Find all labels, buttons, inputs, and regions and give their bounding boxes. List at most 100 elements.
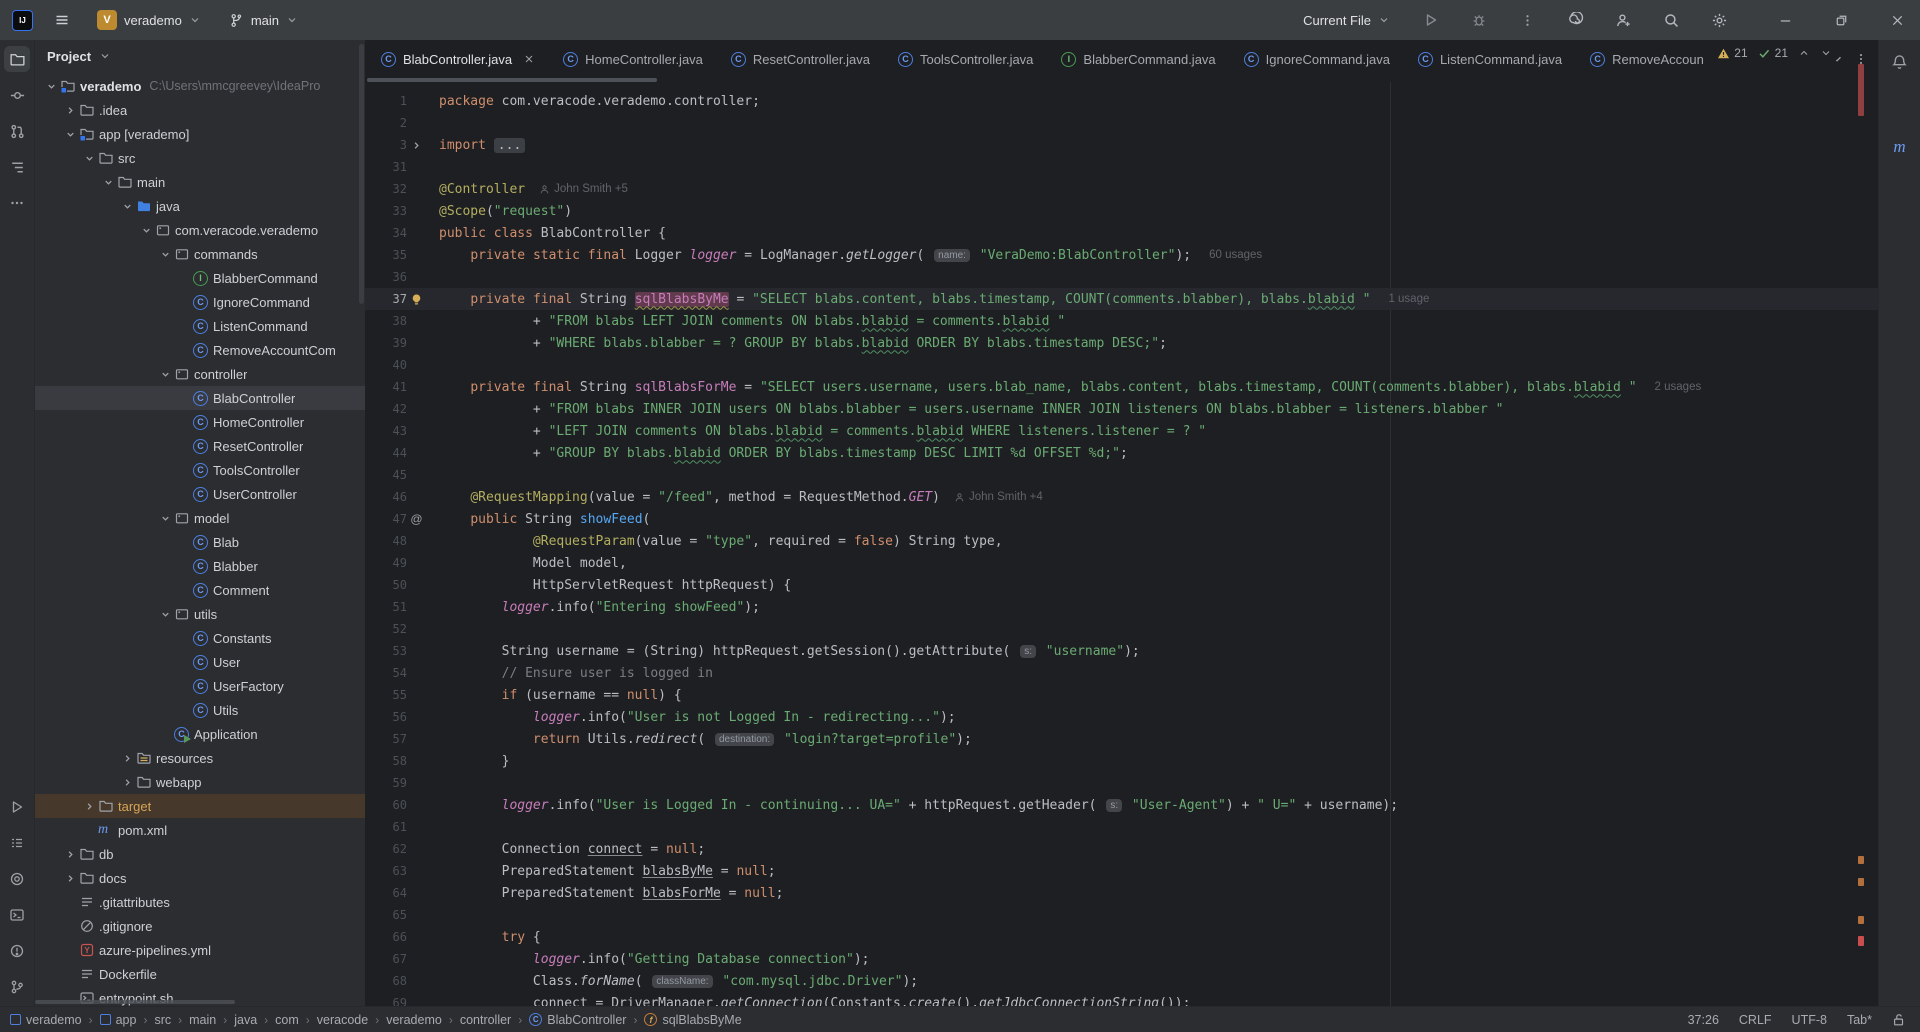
project-horizontal-scrollbar[interactable] bbox=[35, 1000, 235, 1004]
code-line-62[interactable]: 62 Connection connect = null; bbox=[365, 838, 1878, 860]
tree-item-docs[interactable]: docs bbox=[35, 866, 365, 890]
code-line-50[interactable]: 50 HttpServletRequest httpRequest) { bbox=[365, 574, 1878, 596]
code-line-67[interactable]: 67 logger.info("Getting Database connect… bbox=[365, 948, 1878, 970]
breadcrumb-verademo[interactable]: verademo bbox=[10, 1013, 82, 1027]
tree-item-ResetController[interactable]: CResetController bbox=[35, 434, 365, 458]
breadcrumb-verademo[interactable]: verademo bbox=[386, 1013, 442, 1027]
tree-expand-icon[interactable] bbox=[160, 369, 171, 380]
code-line-46[interactable]: 46 @RequestMapping(value = "/feed", meth… bbox=[365, 486, 1878, 508]
tree-item-com.veracode.verademo[interactable]: com.veracode.verademo bbox=[35, 218, 365, 242]
chevron-down-icon[interactable] bbox=[99, 50, 111, 62]
tree-item-HomeController[interactable]: CHomeController bbox=[35, 410, 365, 434]
gutter[interactable]: 33 bbox=[365, 203, 427, 220]
vcs-branch-widget[interactable]: main bbox=[223, 9, 304, 32]
tab-RemoveAccoun[interactable]: CRemoveAccoun bbox=[1576, 40, 1718, 78]
tree-item-Utils[interactable]: CUtils bbox=[35, 698, 365, 722]
tree-expand-icon[interactable] bbox=[141, 225, 152, 236]
version-control-tool-button[interactable] bbox=[4, 974, 30, 1000]
tree-collapse-icon[interactable] bbox=[65, 849, 76, 860]
gutter[interactable]: 37 bbox=[365, 291, 427, 308]
search-everywhere-button[interactable] bbox=[1658, 7, 1684, 33]
minimize-button[interactable] bbox=[1772, 7, 1798, 33]
tree-collapse-icon[interactable] bbox=[84, 801, 95, 812]
code-line-54[interactable]: 54 // Ensure user is logged in bbox=[365, 662, 1878, 684]
tree-item-commands[interactable]: commands bbox=[35, 242, 365, 266]
code-line-63[interactable]: 63 PreparedStatement blabsByMe = null; bbox=[365, 860, 1878, 882]
gutter[interactable]: 54 bbox=[365, 665, 427, 682]
gutter[interactable]: 59 bbox=[365, 775, 427, 792]
gutter[interactable]: 44 bbox=[365, 445, 427, 462]
close-button[interactable] bbox=[1884, 7, 1910, 33]
gutter[interactable]: 50 bbox=[365, 577, 427, 594]
project-tool-button[interactable] bbox=[4, 46, 30, 72]
gutter[interactable]: 39 bbox=[365, 335, 427, 352]
gutter[interactable]: 3 bbox=[365, 137, 427, 154]
code-line-60[interactable]: 60 logger.info("User is Logged In - cont… bbox=[365, 794, 1878, 816]
gutter[interactable]: 48 bbox=[365, 533, 427, 550]
code-line-59[interactable]: 59 bbox=[365, 772, 1878, 794]
code-line-31[interactable]: 31 bbox=[365, 156, 1878, 178]
gutter[interactable]: 69 bbox=[365, 995, 427, 1007]
code-line-58[interactable]: 58 } bbox=[365, 750, 1878, 772]
breadcrumb-com[interactable]: com bbox=[275, 1013, 299, 1027]
tab-ToolsController.java[interactable]: CToolsController.java bbox=[884, 40, 1047, 78]
gutter[interactable]: 45 bbox=[365, 467, 427, 484]
breadcrumb-main[interactable]: main bbox=[189, 1013, 216, 1027]
tree-item-Blab[interactable]: CBlab bbox=[35, 530, 365, 554]
notifications-button[interactable] bbox=[1887, 48, 1913, 74]
run-button[interactable] bbox=[1418, 7, 1444, 33]
inspections-widget[interactable]: 21 21 bbox=[1711, 44, 1838, 62]
code-line-45[interactable]: 45 bbox=[365, 464, 1878, 486]
annotation-gutter-icon[interactable]: @ bbox=[410, 512, 422, 526]
breadcrumb-BlabController[interactable]: CBlabController bbox=[529, 1013, 626, 1027]
tab-BlabController.java[interactable]: CBlabController.java bbox=[367, 40, 549, 78]
tree-item-utils[interactable]: utils bbox=[35, 602, 365, 626]
gutter[interactable]: 52 bbox=[365, 621, 427, 638]
tree-expand-icon[interactable] bbox=[160, 249, 171, 260]
gutter[interactable]: 42 bbox=[365, 401, 427, 418]
commit-tool-button[interactable] bbox=[4, 82, 30, 108]
inspection-ok[interactable]: 21 bbox=[1758, 46, 1788, 60]
tab-IgnoreCommand.java[interactable]: CIgnoreCommand.java bbox=[1230, 40, 1404, 78]
tree-item-ListenCommand[interactable]: CListenCommand bbox=[35, 314, 365, 338]
code-line-35[interactable]: 35 private static final Logger logger = … bbox=[365, 244, 1878, 266]
tree-item-.gitignore[interactable]: .gitignore bbox=[35, 914, 365, 938]
gutter[interactable]: 47@ bbox=[365, 511, 427, 528]
debug-button[interactable] bbox=[1466, 7, 1492, 33]
gutter[interactable]: 63 bbox=[365, 863, 427, 880]
more-actions-button[interactable] bbox=[1514, 7, 1540, 33]
usages-inlay[interactable]: 1 usage bbox=[1388, 293, 1429, 305]
tree-item-User[interactable]: CUser bbox=[35, 650, 365, 674]
code-line-66[interactable]: 66 try { bbox=[365, 926, 1878, 948]
pull-requests-tool-button[interactable] bbox=[4, 118, 30, 144]
tree-expand-icon[interactable] bbox=[46, 81, 57, 92]
code-line-53[interactable]: 53 String username = (String) httpReques… bbox=[365, 640, 1878, 662]
gutter[interactable]: 43 bbox=[365, 423, 427, 440]
code-line-55[interactable]: 55 if (username == null) { bbox=[365, 684, 1878, 706]
maven-tool-button[interactable]: m bbox=[1887, 134, 1913, 160]
breadcrumb-sqlBlabsByMe[interactable]: fsqlBlabsByMe bbox=[644, 1013, 741, 1027]
code-line-42[interactable]: 42 + "FROM blabs INNER JOIN users ON bla… bbox=[365, 398, 1878, 420]
tree-item-pom.xml[interactable]: mpom.xml bbox=[35, 818, 365, 842]
code-line-69[interactable]: 69 connect = DriverManager.getConnection… bbox=[365, 992, 1878, 1006]
tree-item-RemoveAccountCom[interactable]: CRemoveAccountCom bbox=[35, 338, 365, 362]
tree-item-main[interactable]: main bbox=[35, 170, 365, 194]
tree-collapse-icon[interactable] bbox=[122, 753, 133, 764]
tree-item-db[interactable]: db bbox=[35, 842, 365, 866]
code-line-36[interactable]: 36 bbox=[365, 266, 1878, 288]
gutter[interactable]: 41 bbox=[365, 379, 427, 396]
restore-button[interactable] bbox=[1828, 7, 1854, 33]
run-configuration-selector[interactable]: Current File bbox=[1297, 9, 1396, 32]
editor-body[interactable]: 1package com.veracode.verademo.controlle… bbox=[365, 82, 1878, 1006]
tree-item-model[interactable]: model bbox=[35, 506, 365, 530]
gutter[interactable]: 68 bbox=[365, 973, 427, 990]
tree-item-controller[interactable]: controller bbox=[35, 362, 365, 386]
gutter[interactable]: 51 bbox=[365, 599, 427, 616]
tree-item-Comment[interactable]: CComment bbox=[35, 578, 365, 602]
todo-tool-button[interactable] bbox=[4, 830, 30, 856]
tree-item-BlabController[interactable]: CBlabController bbox=[35, 386, 365, 410]
tree-item-resources[interactable]: resources bbox=[35, 746, 365, 770]
more-tool-windows-button[interactable] bbox=[4, 190, 30, 216]
inspection-warnings[interactable]: 21 bbox=[1717, 46, 1747, 60]
stripe-mark[interactable] bbox=[1858, 936, 1864, 946]
